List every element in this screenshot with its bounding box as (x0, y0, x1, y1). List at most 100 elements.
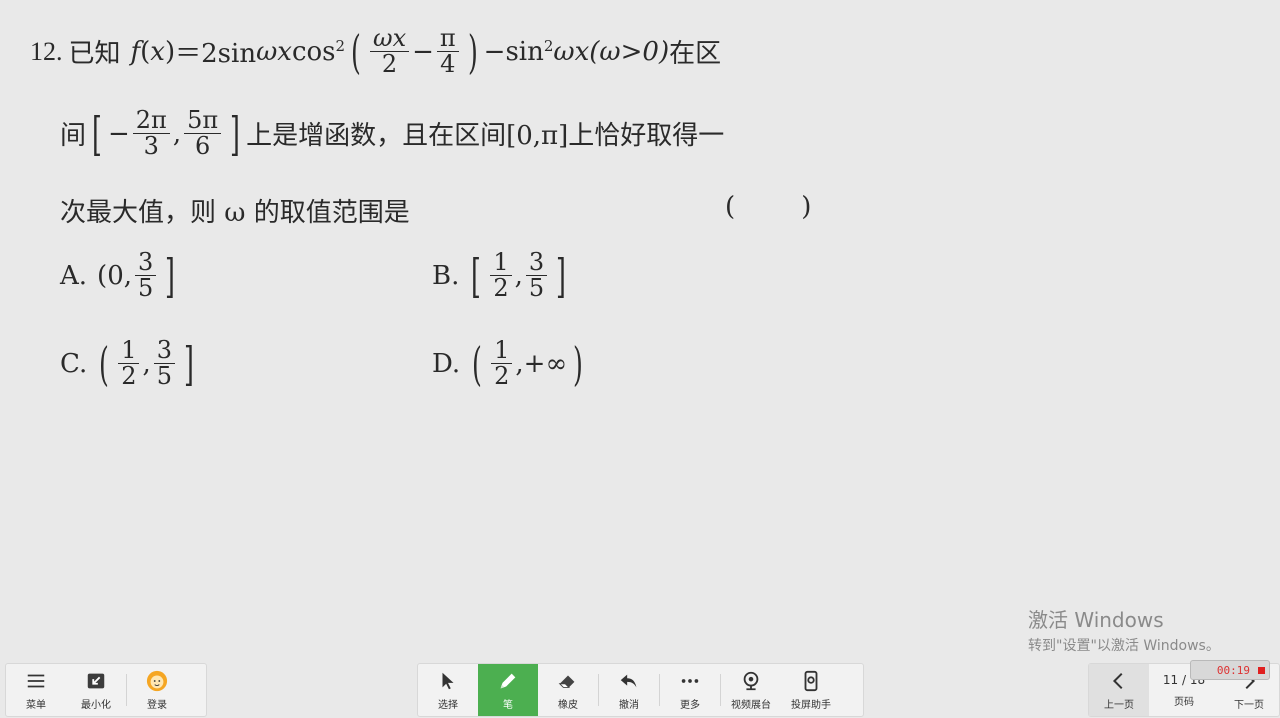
recording-timer[interactable]: 00:19 (1190, 660, 1270, 680)
paren-close: ) (164, 36, 176, 67)
cast-phone-icon (804, 670, 818, 691)
fraction-numerator: 1 (491, 337, 513, 365)
fraction-denominator: 2 (494, 362, 510, 391)
option-rest: ,+∞ (515, 348, 568, 379)
fraction-numerator: 3 (135, 249, 157, 277)
option-label: C. (60, 348, 88, 379)
question-line-2: 间 [ − 2π 3 , 5π 6 ] 上是增函数，且在区间[0,π]上恰好取得… (60, 106, 725, 161)
pen-tool-button[interactable]: 笔 (478, 664, 538, 716)
big-paren-right: ) (467, 24, 478, 79)
select-label: 选择 (438, 699, 458, 711)
option-right: ] (184, 336, 194, 391)
fraction-numerator: 3 (153, 337, 176, 365)
eraser-tool-button[interactable]: 橡皮 (538, 664, 598, 716)
fraction-numerator: 1 (490, 249, 512, 277)
fraction-numerator: 2π (132, 107, 170, 135)
omega-x: ωx (256, 36, 292, 67)
page-label: 页码 (1174, 696, 1194, 708)
fraction-numerator: 1 (118, 337, 140, 365)
fraction-denominator: 6 (194, 132, 211, 161)
minus-sign: − (412, 36, 434, 67)
fraction-denominator: 5 (156, 362, 173, 391)
pen-icon (500, 673, 516, 688)
option-d: D. ( 1 2 ,+∞ ) (432, 336, 589, 391)
cos-exponent: 2 (335, 36, 346, 55)
option-left: ( (99, 336, 110, 391)
login-button[interactable]: 登录 (127, 664, 187, 716)
variable-x: x (150, 36, 165, 67)
fraction-denominator: 5 (528, 274, 545, 303)
option-c: C. ( 1 2 , 3 5 ] (60, 336, 200, 391)
big-paren-left: ( (351, 24, 361, 79)
toolbar-left-group: 菜单 最小化 登录 (5, 663, 207, 717)
record-stop-icon[interactable] (1258, 666, 1265, 674)
menu-button[interactable]: 菜单 (6, 664, 66, 716)
question-line-3: 次最大值，则 ω 的取值范围是 (60, 192, 410, 229)
option-right: ] (556, 248, 567, 303)
screen-helper-button[interactable]: 投屏助手 (781, 664, 841, 716)
question-intro: 已知 (68, 39, 121, 70)
webcam-icon (743, 671, 759, 690)
fraction-2pi-over-3: 2π 3 (132, 107, 170, 161)
option-left: (0, (97, 260, 132, 291)
option-right: ] (165, 248, 176, 303)
avatar-icon (146, 670, 168, 691)
minimize-icon (87, 673, 105, 688)
minimize-button[interactable]: 最小化 (66, 664, 126, 716)
option-label: B. (432, 260, 460, 291)
undo-label: 撤消 (619, 699, 639, 711)
menu-icon (27, 674, 45, 687)
line2-post: 上是增函数，且在区间[0,π]上恰好取得一 (246, 121, 725, 152)
fraction-3-over-5: 3 5 (525, 249, 548, 303)
fraction-denominator: 2 (121, 362, 137, 391)
option-label: D. (432, 348, 461, 379)
comma: , (514, 260, 523, 291)
menu-label: 菜单 (26, 699, 46, 711)
fraction-denominator: 3 (143, 132, 159, 161)
fraction-1-over-2: 1 2 (491, 337, 513, 391)
fraction-numerator: 3 (525, 249, 548, 277)
sin-term: −sin (483, 36, 544, 67)
fraction-pi-over-4: π 4 (436, 25, 459, 79)
more-dots-icon (681, 678, 699, 683)
fraction-1-over-2: 1 2 (490, 249, 512, 301)
line1-tail: 在区 (669, 39, 722, 70)
more-button[interactable]: 更多 (660, 664, 720, 716)
windows-activation-watermark: 激活 Windows 转到"设置"以激活 Windows。 (1028, 604, 1220, 655)
question-number: 12. (30, 36, 63, 66)
option-b: B. [ 1 2 , 3 5 ] (432, 248, 572, 303)
prev-page-label: 上一页 (1104, 699, 1134, 711)
fraction-numerator: 5π (184, 107, 222, 135)
more-label: 更多 (680, 699, 700, 711)
select-tool-button[interactable]: 选择 (418, 664, 478, 716)
video-booth-label: 视频展台 (731, 699, 771, 711)
line3-text: 次最大值，则 ω 的取值范围是 (60, 198, 410, 228)
omega-condition: ωx(ω>0) (553, 36, 670, 67)
cursor-arrow-icon (442, 672, 454, 689)
fraction-numerator: ωx (370, 25, 410, 53)
video-booth-button[interactable]: 视频展台 (721, 664, 781, 716)
screen-helper-label: 投屏助手 (791, 699, 831, 711)
undo-button[interactable]: 撤消 (599, 664, 659, 716)
option-right: ) (573, 336, 584, 391)
option-a: A. (0, 3 5 ] (60, 248, 181, 303)
paren-open: ( (140, 36, 151, 67)
cos-text: cos (291, 36, 336, 67)
fraction-omega-x-over-2: ωx 2 (370, 25, 410, 77)
prev-page-button[interactable]: 上一页 (1089, 664, 1149, 716)
fraction-denominator: 4 (440, 50, 456, 79)
minimize-label: 最小化 (81, 699, 111, 711)
negative-sign: − (107, 118, 130, 149)
chevron-left-icon (1112, 672, 1123, 689)
eraser-label: 橡皮 (558, 699, 578, 711)
answer-blank: ( ) (725, 192, 811, 222)
big-bracket-right: ] (230, 106, 241, 161)
slide-canvas: 12. 已知 f ( x ) ＝2sin ωx cos 2 ( ωx 2 − π… (0, 0, 1280, 660)
watermark-title: 激活 Windows (1028, 608, 1164, 632)
fraction-3-over-5: 3 5 (153, 337, 176, 391)
fraction-1-over-2: 1 2 (118, 337, 140, 391)
fraction-5pi-over-6: 5π 6 (184, 107, 222, 161)
big-bracket-left: [ (92, 106, 102, 161)
line2-pre: 间 (60, 121, 87, 152)
fraction-denominator: 5 (138, 274, 154, 303)
